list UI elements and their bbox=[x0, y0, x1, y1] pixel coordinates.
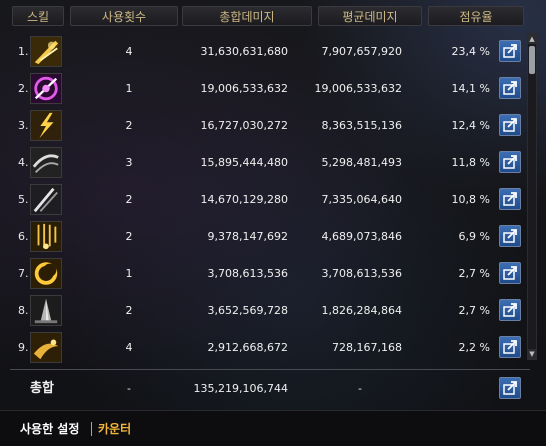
share-arrow-icon bbox=[503, 44, 517, 58]
use-count: 1 bbox=[125, 267, 133, 280]
share-percent: 10,8 % bbox=[451, 193, 490, 206]
share-export-button[interactable] bbox=[499, 151, 521, 173]
average-damage: 7,907,657,920 bbox=[321, 45, 402, 58]
bottom-tab-bar: 사용한 설정 카운터 bbox=[0, 410, 546, 446]
table-row: 9. 4 2,912,668,672 728,167,168 2,2 % bbox=[0, 329, 521, 366]
share-arrow-icon bbox=[503, 118, 517, 132]
total-damage-sum: 135,219,106,744 bbox=[193, 382, 288, 395]
table-row: 3. 2 16,727,030,272 8,363,515,136 12,4 % bbox=[0, 107, 521, 144]
header-share: 점유율 bbox=[428, 6, 524, 26]
scroll-thumb[interactable] bbox=[529, 46, 535, 74]
use-count: 2 bbox=[125, 304, 133, 317]
sword-rain-skill-icon bbox=[30, 221, 62, 252]
damage-stats-panel: 스킬 사용횟수 총합데미지 평균데미지 점유율 1. 4 31,630,631,… bbox=[0, 0, 546, 446]
tab-separator bbox=[91, 422, 92, 436]
table-row: 8. 2 3,652,569,728 1,826,284,864 2,7 % bbox=[0, 292, 521, 329]
share-percent: 14,1 % bbox=[451, 82, 490, 95]
total-count: - bbox=[127, 382, 131, 395]
total-average: - bbox=[358, 382, 362, 395]
total-damage: 9,378,147,692 bbox=[207, 230, 288, 243]
share-export-button[interactable] bbox=[499, 336, 521, 358]
share-total-button[interactable] bbox=[499, 377, 521, 399]
list-scrollbar[interactable]: ▲ ▼ bbox=[527, 33, 537, 360]
table-row: 5. 2 14,670,129,280 7,335,064,640 10,8 % bbox=[0, 181, 521, 218]
total-damage: 3,708,613,536 bbox=[207, 267, 288, 280]
average-damage: 1,826,284,864 bbox=[321, 304, 402, 317]
scroll-up-icon[interactable]: ▲ bbox=[528, 34, 536, 44]
twin-blades-skill-icon bbox=[30, 184, 62, 215]
stone-spike-skill-icon bbox=[30, 295, 62, 326]
share-percent: 6,9 % bbox=[458, 230, 490, 243]
table-row: 6. 2 9,378,147,692 4,689,073,846 6,9 % bbox=[0, 218, 521, 255]
total-damage: 31,630,631,680 bbox=[200, 45, 288, 58]
share-export-button[interactable] bbox=[499, 225, 521, 247]
total-row: 총합 - 135,219,106,744 - bbox=[0, 370, 546, 407]
average-damage: 728,167,168 bbox=[332, 341, 402, 354]
share-export-button[interactable] bbox=[499, 77, 521, 99]
header-skill: 스킬 bbox=[12, 6, 64, 26]
total-damage: 15,895,444,480 bbox=[200, 156, 288, 169]
skill-list: 1. 4 31,630,631,680 7,907,657,920 23,4 %… bbox=[0, 33, 546, 369]
average-damage: 4,689,073,846 bbox=[321, 230, 402, 243]
golden-crescent-skill-icon bbox=[30, 258, 62, 289]
average-damage: 5,298,481,493 bbox=[321, 156, 402, 169]
header-avg-damage: 평균데미지 bbox=[318, 6, 422, 26]
total-damage: 14,670,129,280 bbox=[200, 193, 288, 206]
share-arrow-icon bbox=[503, 192, 517, 206]
share-percent: 2,7 % bbox=[458, 267, 490, 280]
golden-slash-skill-icon bbox=[30, 36, 62, 67]
table-header: 스킬 사용횟수 총합데미지 평균데미지 점유율 bbox=[0, 0, 546, 33]
use-count: 3 bbox=[125, 156, 133, 169]
grey-wind-slash-skill-icon bbox=[30, 147, 62, 178]
table-row: 4. 3 15,895,444,480 5,298,481,493 11,8 % bbox=[0, 144, 521, 181]
share-arrow-icon bbox=[503, 229, 517, 243]
share-arrow-icon bbox=[503, 303, 517, 317]
tab-used-settings[interactable]: 사용한 설정 bbox=[20, 420, 79, 437]
use-count: 1 bbox=[125, 82, 133, 95]
golden-sweep-skill-icon bbox=[30, 332, 62, 363]
average-damage: 3,708,613,536 bbox=[321, 267, 402, 280]
share-arrow-icon bbox=[503, 155, 517, 169]
share-export-button[interactable] bbox=[499, 262, 521, 284]
table-row: 2. 1 19,006,533,632 19,006,533,632 14,1 … bbox=[0, 70, 521, 107]
share-percent: 12,4 % bbox=[451, 119, 490, 132]
total-damage: 16,727,030,272 bbox=[200, 119, 288, 132]
table-row: 7. 1 3,708,613,536 3,708,613,536 2,7 % bbox=[0, 255, 521, 292]
share-percent: 2,7 % bbox=[458, 304, 490, 317]
share-export-button[interactable] bbox=[499, 299, 521, 321]
use-count: 4 bbox=[125, 341, 133, 354]
use-count: 4 bbox=[125, 45, 133, 58]
share-export-button[interactable] bbox=[499, 40, 521, 62]
scroll-down-icon[interactable]: ▼ bbox=[528, 349, 536, 359]
use-count: 2 bbox=[125, 119, 133, 132]
share-percent: 2,2 % bbox=[458, 341, 490, 354]
share-arrow-icon bbox=[503, 381, 517, 395]
average-damage: 7,335,064,640 bbox=[321, 193, 402, 206]
share-percent: 23,4 % bbox=[451, 45, 490, 58]
total-damage: 3,652,569,728 bbox=[207, 304, 288, 317]
table-row: 1. 4 31,630,631,680 7,907,657,920 23,4 % bbox=[0, 33, 521, 70]
total-damage: 2,912,668,672 bbox=[207, 341, 288, 354]
share-arrow-icon bbox=[503, 340, 517, 354]
average-damage: 8,363,515,136 bbox=[321, 119, 402, 132]
header-count: 사용횟수 bbox=[70, 6, 178, 26]
average-damage: 19,006,533,632 bbox=[314, 82, 402, 95]
share-export-button[interactable] bbox=[499, 188, 521, 210]
purple-blade-wheel-skill-icon bbox=[30, 73, 62, 104]
use-count: 2 bbox=[125, 230, 133, 243]
header-total-damage: 총합데미지 bbox=[182, 6, 312, 26]
total-damage: 19,006,533,632 bbox=[200, 82, 288, 95]
tab-counter[interactable]: 카운터 bbox=[98, 420, 131, 437]
share-arrow-icon bbox=[503, 266, 517, 280]
total-label: 총합 bbox=[30, 381, 54, 396]
share-arrow-icon bbox=[503, 81, 517, 95]
use-count: 2 bbox=[125, 193, 133, 206]
share-export-button[interactable] bbox=[499, 114, 521, 136]
lightning-strike-skill-icon bbox=[30, 110, 62, 141]
share-percent: 11,8 % bbox=[451, 156, 490, 169]
